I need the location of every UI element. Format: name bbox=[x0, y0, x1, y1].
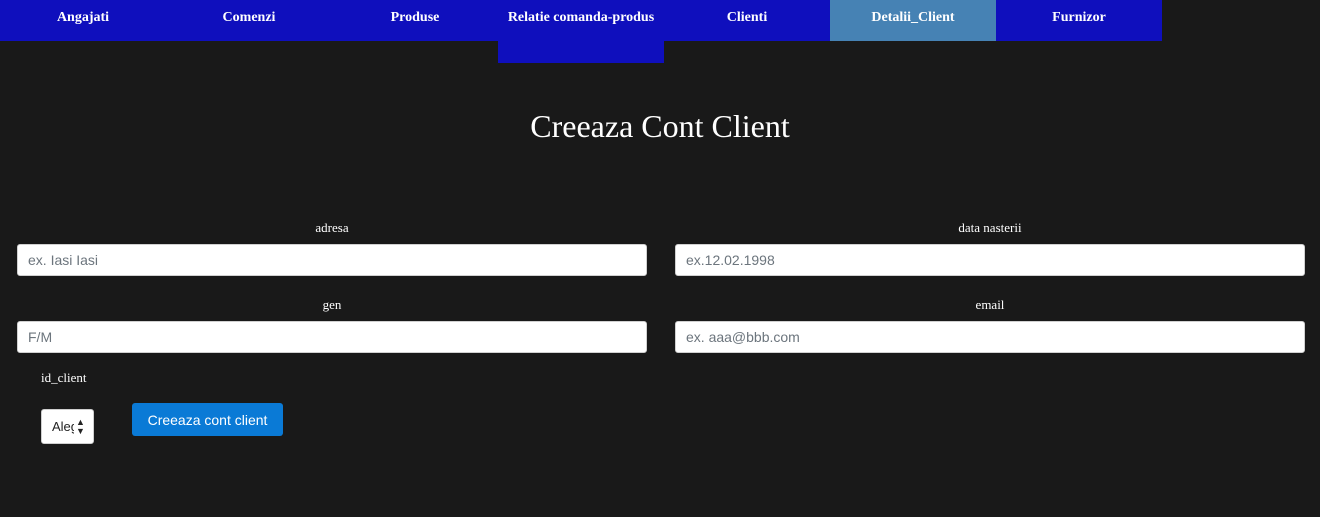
email-input[interactable] bbox=[675, 321, 1305, 353]
email-label: email bbox=[975, 297, 1005, 312]
page-title: Creeaza Cont Client bbox=[530, 108, 790, 144]
id-client-select[interactable]: Alege ▲▼ bbox=[41, 409, 94, 444]
nav-item-comenzi[interactable]: Comenzi bbox=[166, 0, 332, 41]
gen-field-group: gen bbox=[17, 295, 647, 353]
id-client-label: id_client bbox=[41, 370, 87, 385]
select-updown-icon: ▲ ▼ bbox=[76, 416, 85, 436]
data-nasterii-label: data nasterii bbox=[958, 220, 1022, 235]
create-client-account-button[interactable]: Creeaza cont client bbox=[132, 403, 283, 436]
adresa-field-group: adresa bbox=[17, 218, 647, 276]
nav-item-relatie-comanda-produs[interactable]: Relatie comanda-produs bbox=[498, 0, 664, 63]
gen-label: gen bbox=[322, 297, 342, 312]
top-nav: Angajati Comenzi Produse Relatie comanda… bbox=[0, 0, 1162, 63]
id-client-selected-value: Alege bbox=[52, 419, 74, 434]
nav-item-detalii-client[interactable]: Detalii_Client bbox=[830, 0, 996, 41]
nav-item-clienti[interactable]: Clienti bbox=[664, 0, 830, 41]
adresa-input[interactable] bbox=[17, 244, 647, 276]
email-field-group: email bbox=[675, 295, 1305, 353]
adresa-label: adresa bbox=[315, 220, 349, 235]
data-nasterii-input[interactable] bbox=[675, 244, 1305, 276]
nav-item-angajati[interactable]: Angajati bbox=[0, 0, 166, 41]
nav-item-produse[interactable]: Produse bbox=[332, 0, 498, 41]
nav-item-furnizor[interactable]: Furnizor bbox=[996, 0, 1162, 41]
gen-input[interactable] bbox=[17, 321, 647, 353]
data-nasterii-field-group: data nasterii bbox=[675, 218, 1305, 276]
